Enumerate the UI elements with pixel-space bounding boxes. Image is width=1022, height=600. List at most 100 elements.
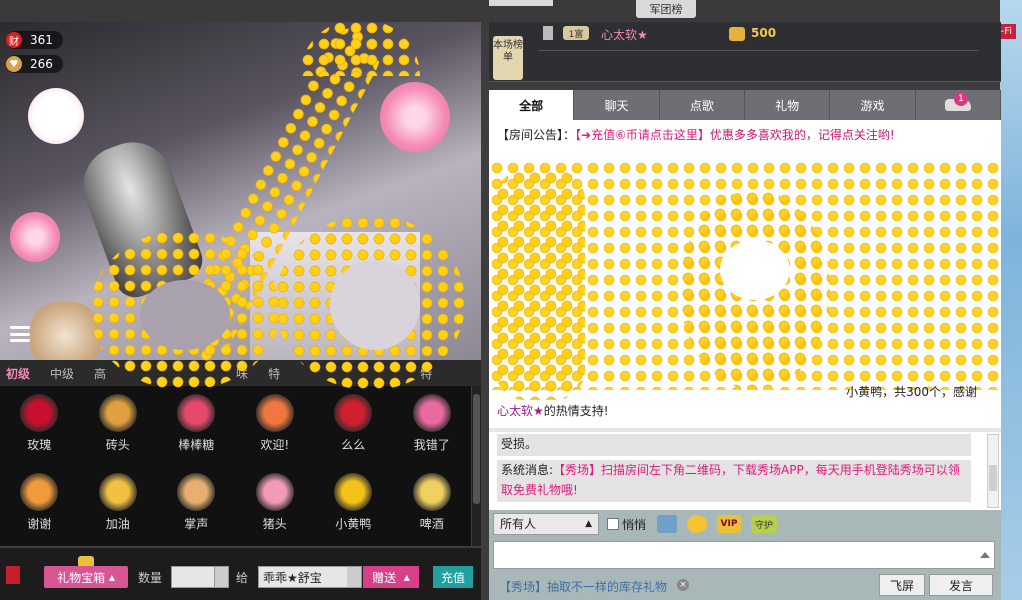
quantity-dropdown-icon[interactable]	[214, 567, 228, 587]
tab-gift-advanced[interactable]: 高	[94, 365, 106, 382]
gift-item[interactable]: 谢谢	[0, 473, 79, 546]
gift-scrollbar[interactable]	[472, 386, 481, 546]
recipient-select[interactable]: 乖乖★舒宝	[258, 566, 362, 588]
gift-item[interactable]: 棒棒糖	[157, 394, 236, 467]
gift-item[interactable]: 么么	[314, 394, 393, 467]
send-gift-button[interactable]: 赠送 ▴	[363, 566, 419, 588]
image-icon[interactable]	[657, 515, 677, 533]
gift-item[interactable]: 猪头	[236, 473, 315, 546]
tab-songs[interactable]: 点歌	[660, 90, 745, 120]
army-rank-button[interactable]: 军团榜	[636, 0, 696, 18]
gift-label: 玫瑰	[27, 438, 52, 452]
chat-tabs: 全部 聊天 点歌 礼物 游戏 1	[489, 90, 1001, 120]
system-message-prefix: 系统消息:	[501, 463, 554, 477]
gift-item[interactable]: 加油	[79, 473, 158, 546]
gift-icon	[20, 394, 59, 432]
gift-icon	[412, 473, 451, 511]
session-rank-panel: 本场榜单 1富 心太软★ 500	[489, 22, 1001, 82]
gift-label: 棒棒糖	[178, 438, 215, 452]
tab-gift-basic[interactable]: 初级	[6, 365, 30, 382]
gift-item[interactable]: 欢迎!	[236, 394, 315, 467]
gift-item[interactable]: 我错了	[393, 394, 472, 467]
car-count-badge: 1	[953, 92, 968, 106]
system-message: 受损。	[497, 434, 971, 456]
gift-item[interactable]: 掌声	[157, 473, 236, 546]
fans-counter: ♥ 266	[6, 55, 63, 73]
chat-target-select[interactable]: 所有人 ▲	[493, 513, 599, 535]
close-icon[interactable]: ×	[677, 579, 689, 591]
duck-letter-o-left-hole	[140, 280, 230, 350]
gift-box-label: 礼物宝箱	[57, 570, 106, 585]
hello-kitty-sticker	[28, 88, 84, 144]
system-message-area: 受损。 系统消息:【秀场】扫描房间左下角二维码，下载秀场APP，每天用手机登陆秀…	[489, 432, 1001, 510]
recharge-link[interactable]: 【➜充值⑥币请点击这里】	[575, 128, 710, 142]
tab-all[interactable]: 全部	[489, 90, 575, 120]
gift-item[interactable]: 小黄鸭	[314, 473, 393, 546]
gift-label: 啤酒	[419, 517, 444, 531]
gift-thanks-line: 心太软★的热情支持!	[497, 402, 609, 419]
gift-icon	[334, 394, 373, 432]
menu-icon[interactable]	[10, 326, 30, 342]
tab-gift-middle[interactable]: 中级	[50, 365, 74, 382]
gift-icon	[98, 394, 137, 432]
top-strip: 军团榜	[0, 0, 1022, 22]
gift-icon	[20, 473, 59, 511]
system-message-link[interactable]: 【秀场】扫描房间左下角二维码，下载秀场APP，每天用手机登陆秀场可以领取免费礼物…	[501, 463, 960, 497]
wealth-counter: 财 361	[6, 31, 63, 49]
quantity-input[interactable]	[171, 566, 229, 588]
tab-gift-special[interactable]: 特	[268, 365, 280, 382]
gift-label: 我错了	[413, 438, 450, 452]
wealth-icon: 财	[6, 32, 22, 48]
coin-icon	[729, 27, 745, 41]
tab-chat[interactable]: 聊天	[574, 90, 660, 120]
gift-icon	[412, 394, 451, 432]
guard-emoji-button[interactable]: 守护	[751, 515, 777, 533]
to-label: 给	[236, 571, 249, 585]
send-message-button[interactable]: 发言	[929, 574, 993, 596]
vip-emoji-button[interactable]: VIP	[717, 515, 741, 533]
wealth-count: 361	[30, 33, 53, 47]
expand-icon[interactable]	[980, 552, 990, 558]
tab-cars[interactable]: 1	[916, 90, 1001, 120]
wealth-level-badge: 1富	[563, 26, 589, 40]
gift-icon	[98, 473, 137, 511]
fans-count: 266	[30, 57, 53, 71]
top-tab-button[interactable]	[489, 0, 553, 6]
whisper-checkbox[interactable]	[607, 518, 619, 530]
thanks-text: 小黄鸭，共300个，感谢	[846, 385, 977, 399]
gift-icon	[177, 394, 216, 432]
room-notice-text: 优惠多多喜欢我的，记得点关注哟!	[709, 128, 895, 142]
gift-box-button[interactable]: 礼物宝箱 ▴	[44, 566, 128, 588]
gift-item[interactable]: 啤酒	[393, 473, 472, 546]
fly-screen-button[interactable]: 飞屏	[879, 574, 925, 596]
input-toolbar: 所有人 ▲ 悄悄 VIP 守护	[489, 510, 1001, 538]
chat-target-value: 所有人	[500, 517, 537, 531]
chat-input[interactable]	[493, 541, 995, 569]
system-scrollbar[interactable]	[987, 434, 999, 508]
chevron-up-icon: ▲	[585, 519, 592, 529]
tab-games[interactable]: 游戏	[830, 90, 916, 120]
room-notice-prefix: 【房间公告】：	[497, 128, 576, 142]
flower-decoration	[380, 82, 450, 152]
send-gift-label: 赠送	[372, 570, 397, 585]
gift-label: 砖头	[105, 438, 130, 452]
fans-icon: ♥	[6, 56, 22, 72]
tab-gifts[interactable]: 礼物	[745, 90, 831, 120]
divider	[539, 50, 979, 51]
thanks-user-name[interactable]: 心太软★	[497, 404, 544, 418]
chat-bottom-bar: 【秀场】抽取不一样的库存礼物 × 飞屏 发言	[489, 572, 1001, 600]
session-rank-tag[interactable]: 本场榜单	[493, 36, 523, 80]
gift-icon	[255, 394, 294, 432]
recharge-button[interactable]: 充值	[433, 566, 473, 588]
gift-label: 掌声	[184, 517, 209, 531]
top-user-name[interactable]: 心太软★	[601, 26, 648, 43]
chevron-down-icon[interactable]	[347, 567, 361, 587]
gift-item[interactable]: 砖头	[79, 394, 158, 467]
emoji-icon[interactable]	[687, 515, 707, 533]
gift-grid: 玫瑰 砖头 棒棒糖 欢迎! 么么 我错了谢谢 加油 掌声 猪头 小黄鸭 啤酒	[0, 386, 471, 546]
gift-item[interactable]: 玫瑰	[0, 394, 79, 467]
promo-link[interactable]: 【秀场】抽取不一样的库存礼物	[499, 578, 667, 595]
red-envelope-icon[interactable]	[6, 566, 20, 584]
thanks-suffix: 的热情支持!	[543, 404, 609, 418]
duck-letter-o-right-hole	[330, 260, 420, 350]
